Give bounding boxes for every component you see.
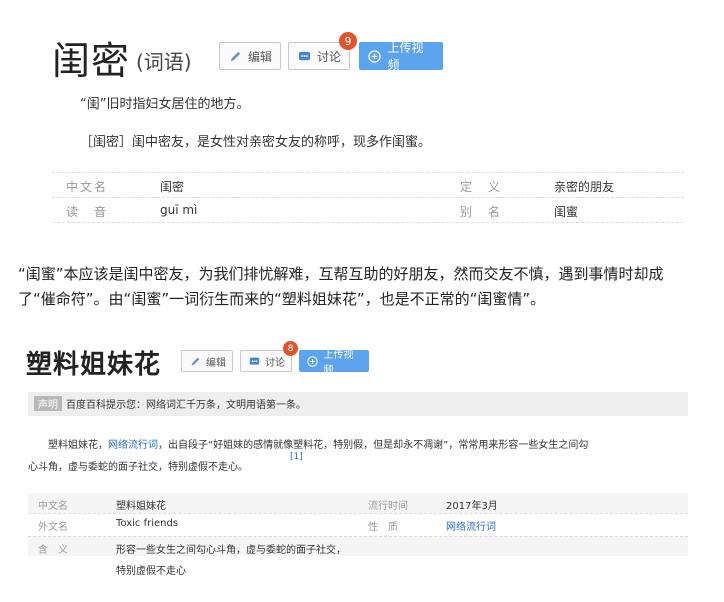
definition-line-1: “闺”旧时指妇女居住的地方。 xyxy=(80,97,250,112)
discuss-count-badge: 8 xyxy=(283,341,298,356)
plus-circle-icon xyxy=(368,49,382,63)
edit-button[interactable]: 编辑 xyxy=(219,42,282,70)
edit-label: 编辑 xyxy=(248,49,273,64)
upload-video-button[interactable]: 上传视频 xyxy=(359,41,443,72)
title-category: (词语) xyxy=(136,50,192,74)
divider xyxy=(52,172,684,173)
description-line-2: 心斗角，虚与委蛇的面子社交，特别虚假不走心。 xyxy=(28,462,248,473)
plus-circle-icon xyxy=(306,354,319,368)
info-value-meaning-line-2: 特别虚假不走心 xyxy=(116,566,186,577)
notice-tag: 声明 xyxy=(34,396,62,411)
info-label-alias: 别 名 xyxy=(460,205,503,219)
description-line-1: 塑料姐妹花，网络流行词，出自段子“好姐妹的感情就像塑料花，特别假，但是却永不凋谢… xyxy=(48,436,588,451)
info-value-pronunciation: guī mì xyxy=(160,203,198,217)
info-value-chinese-name: 闺密 xyxy=(160,180,185,194)
info-label-foreign-name: 外文名 xyxy=(38,522,68,533)
discuss-label: 讨论 xyxy=(317,49,342,64)
info-label-pronunciation: 读 音 xyxy=(66,205,109,219)
info-label-chinese-name: 中文名 xyxy=(66,180,109,194)
comment-icon xyxy=(297,49,311,63)
info-value-nature-link[interactable]: 网络流行词 xyxy=(446,518,496,533)
info-value-chinese-name: 塑料姐妹花 xyxy=(116,501,166,512)
link-internet-slang[interactable]: 网络流行词 xyxy=(108,440,158,451)
divider xyxy=(28,513,688,514)
info-label-chinese-name: 中文名 xyxy=(38,501,68,512)
info-value-meaning-line-1: 形容一些女生之间勾心斗角，虚与委蛇的面子社交， xyxy=(116,545,346,556)
edit-button[interactable]: 编辑 xyxy=(181,350,233,372)
info-value-definition: 亲密的朋友 xyxy=(554,180,615,194)
comment-icon xyxy=(247,354,261,368)
info-label-meaning: 含 义 xyxy=(38,545,68,556)
divider xyxy=(28,536,688,537)
info-label-nature: 性 质 xyxy=(368,522,398,533)
description-text: 塑料姐妹花， xyxy=(48,440,108,451)
pencil-icon xyxy=(188,354,202,368)
reference-link[interactable]: [1] xyxy=(290,452,303,462)
article-paragraph-line-2: 了“催命符”。由“闺蜜”一词衍生而来的“塑料姐妹花”，也是不正常的“闺蜜情”。 xyxy=(18,290,546,308)
page-title: 闺密 xyxy=(52,39,131,83)
article-paragraph-line-1: “闺蜜”本应该是闺中密友，为我们排忧解难，互帮互助的好朋友，然而交友不慎，遇到事… xyxy=(18,265,664,283)
info-label-popular-time: 流行时间 xyxy=(368,501,408,512)
description-text: ，出自段子“好姐妹的感情就像塑料花，特别假，但是却永不凋谢”，常常用来形容一些女… xyxy=(158,440,589,451)
divider xyxy=(52,197,684,198)
notice-text: 百度百科提示您：网络词汇千万条，文明用语第一条。 xyxy=(66,400,306,411)
info-value-foreign-name: Toxic friends xyxy=(116,518,179,529)
info-value-popular-time: 2017年3月 xyxy=(446,501,498,512)
info-value-alias: 闺蜜 xyxy=(554,205,579,219)
info-label-definition: 定 义 xyxy=(460,180,503,194)
divider xyxy=(52,222,684,223)
discuss-label: 讨论 xyxy=(265,357,285,369)
discuss-count-badge: 9 xyxy=(339,32,357,50)
upload-video-label: 上传视频 xyxy=(323,350,354,376)
page-title: 塑料姐妹花 xyxy=(26,350,162,380)
edit-label: 编辑 xyxy=(206,357,226,369)
upload-video-button[interactable]: 上传视频 xyxy=(299,350,369,376)
upload-video-label: 上传视频 xyxy=(387,41,424,72)
definition-line-2: ［闺密］闺中密友，是女性对亲密女友的称呼，现多作闺蜜。 xyxy=(80,135,432,150)
pencil-icon xyxy=(228,49,242,63)
